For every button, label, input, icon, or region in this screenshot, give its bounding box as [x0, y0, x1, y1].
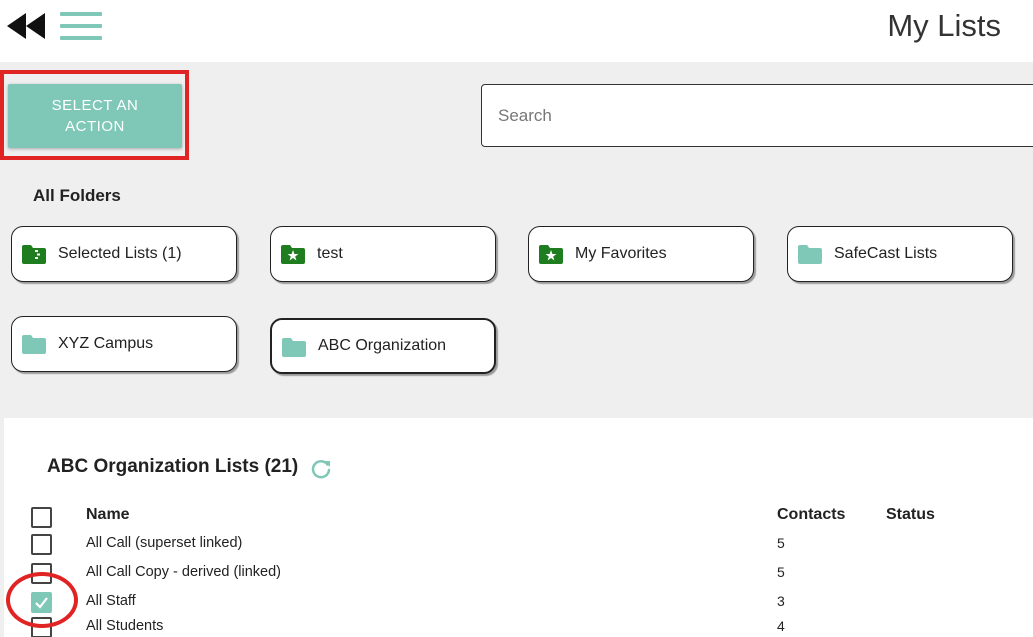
- folder-label: test: [317, 245, 343, 262]
- highlight-box: SELECT AN ACTION: [0, 70, 189, 160]
- lists-panel: [4, 418, 1033, 637]
- folder-star-icon: [539, 245, 563, 264]
- folder-my-favorites[interactable]: My Favorites: [528, 226, 754, 282]
- folders-heading: All Folders: [33, 186, 121, 205]
- folder-selected-icon: [22, 245, 46, 264]
- folder-star-icon: [281, 245, 305, 264]
- folder-label: Selected Lists (1): [58, 245, 182, 262]
- folder-label: XYZ Campus: [58, 335, 154, 352]
- folder-icon: [22, 335, 46, 354]
- folder-label: ABC Organization: [318, 337, 447, 354]
- column-header-status[interactable]: Status: [886, 506, 935, 524]
- contacts-count: 5: [777, 535, 785, 551]
- select-action-button[interactable]: SELECT AN ACTION: [8, 84, 182, 148]
- folder-xyz-campus[interactable]: XYZ Campus: [11, 316, 237, 372]
- refresh-icon[interactable]: [310, 458, 332, 480]
- folder-label: My Favorites: [575, 245, 667, 262]
- search-input[interactable]: [482, 85, 1033, 146]
- column-header-contacts[interactable]: Contacts: [777, 506, 845, 524]
- folder-abc-organization[interactable]: ABC Organization: [270, 318, 496, 374]
- highlight-circle: [6, 572, 78, 628]
- table-row[interactable]: All Students: [86, 618, 163, 634]
- table-row[interactable]: All Staff: [86, 593, 136, 609]
- hamburger-menu-icon[interactable]: [60, 10, 102, 42]
- page-title: My Lists: [887, 8, 1001, 43]
- folder-label: SafeCast Lists: [834, 245, 938, 262]
- folder-icon: [282, 338, 306, 357]
- contacts-count: 3: [777, 593, 785, 609]
- folder-icon: [798, 245, 822, 264]
- contacts-count: 4: [777, 618, 785, 634]
- lists-title: ABC Organization Lists (21): [47, 456, 299, 477]
- table-row[interactable]: All Call Copy - derived (linked): [86, 564, 281, 580]
- row-checkbox[interactable]: [31, 534, 52, 555]
- folder-test[interactable]: test: [270, 226, 496, 282]
- top-bar: My Lists: [0, 0, 1033, 62]
- table-row[interactable]: All Call (superset linked): [86, 535, 242, 551]
- column-header-name[interactable]: Name: [86, 506, 130, 524]
- folder-safecast-lists[interactable]: SafeCast Lists: [787, 226, 1013, 282]
- search-box: [481, 84, 1033, 147]
- double-chevron-left-icon[interactable]: [6, 12, 46, 40]
- select-all-checkbox[interactable]: [31, 507, 52, 528]
- folder-selected-lists[interactable]: Selected Lists (1): [11, 226, 237, 282]
- contacts-count: 5: [777, 564, 785, 580]
